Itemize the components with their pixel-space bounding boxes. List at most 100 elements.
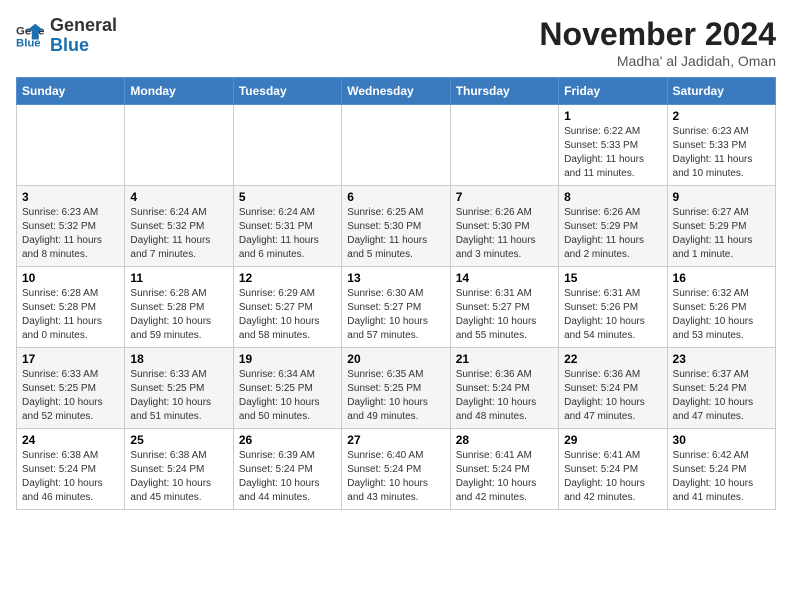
day-header-monday: Monday <box>125 78 233 105</box>
calendar-cell: 1 Sunrise: 6:22 AM Sunset: 5:33 PM Daylig… <box>559 105 667 186</box>
calendar-cell <box>17 105 125 186</box>
calendar-cell: 4 Sunrise: 6:24 AM Sunset: 5:32 PM Daylig… <box>125 186 233 267</box>
day-number: 19 <box>239 352 336 366</box>
day-info: Sunrise: 6:37 AM Sunset: 5:24 PM Dayligh… <box>673 368 770 424</box>
location-subtitle: Madha' al Jadidah, Oman <box>539 53 776 69</box>
calendar-cell: 2 Sunrise: 6:23 AM Sunset: 5:33 PM Daylig… <box>667 105 775 186</box>
day-info: Sunrise: 6:24 AM Sunset: 5:31 PM Dayligh… <box>239 206 336 262</box>
day-info: Sunrise: 6:26 AM Sunset: 5:29 PM Dayligh… <box>564 206 661 262</box>
day-info: Sunrise: 6:38 AM Sunset: 5:24 PM Dayligh… <box>130 449 227 505</box>
calendar-cell <box>233 105 341 186</box>
calendar-cell: 22 Sunrise: 6:36 AM Sunset: 5:24 PM Dayli… <box>559 348 667 429</box>
day-number: 26 <box>239 433 336 447</box>
logo-icon: General Blue <box>16 22 44 50</box>
calendar-cell: 15 Sunrise: 6:31 AM Sunset: 5:26 PM Dayli… <box>559 267 667 348</box>
svg-text:General: General <box>16 25 44 37</box>
day-number: 2 <box>673 109 770 123</box>
day-number: 14 <box>456 271 553 285</box>
day-info: Sunrise: 6:25 AM Sunset: 5:30 PM Dayligh… <box>347 206 444 262</box>
day-info: Sunrise: 6:30 AM Sunset: 5:27 PM Dayligh… <box>347 287 444 343</box>
day-number: 18 <box>130 352 227 366</box>
day-info: Sunrise: 6:36 AM Sunset: 5:24 PM Dayligh… <box>456 368 553 424</box>
day-info: Sunrise: 6:23 AM Sunset: 5:33 PM Dayligh… <box>673 125 770 181</box>
day-number: 17 <box>22 352 119 366</box>
calendar-cell <box>342 105 450 186</box>
day-number: 20 <box>347 352 444 366</box>
week-row-5: 24 Sunrise: 6:38 AM Sunset: 5:24 PM Dayli… <box>17 429 776 510</box>
day-header-tuesday: Tuesday <box>233 78 341 105</box>
calendar-cell: 14 Sunrise: 6:31 AM Sunset: 5:27 PM Dayli… <box>450 267 558 348</box>
week-row-4: 17 Sunrise: 6:33 AM Sunset: 5:25 PM Dayli… <box>17 348 776 429</box>
day-info: Sunrise: 6:33 AM Sunset: 5:25 PM Dayligh… <box>130 368 227 424</box>
month-title: November 2024 <box>539 16 776 53</box>
calendar-cell: 10 Sunrise: 6:28 AM Sunset: 5:28 PM Dayli… <box>17 267 125 348</box>
day-number: 4 <box>130 190 227 204</box>
day-number: 7 <box>456 190 553 204</box>
day-number: 29 <box>564 433 661 447</box>
day-number: 9 <box>673 190 770 204</box>
day-info: Sunrise: 6:40 AM Sunset: 5:24 PM Dayligh… <box>347 449 444 505</box>
calendar-cell: 5Sunrise: 6:24 AM Sunset: 5:31 PM Daylig… <box>233 186 341 267</box>
day-info: Sunrise: 6:24 AM Sunset: 5:32 PM Dayligh… <box>130 206 227 262</box>
calendar-cell: 27 Sunrise: 6:40 AM Sunset: 5:24 PM Dayli… <box>342 429 450 510</box>
calendar-cell: 29 Sunrise: 6:41 AM Sunset: 5:24 PM Dayli… <box>559 429 667 510</box>
day-number: 30 <box>673 433 770 447</box>
title-block: November 2024 Madha' al Jadidah, Oman <box>539 16 776 69</box>
day-number: 16 <box>673 271 770 285</box>
calendar-cell: 20 Sunrise: 6:35 AM Sunset: 5:25 PM Dayli… <box>342 348 450 429</box>
day-number: 21 <box>456 352 553 366</box>
day-number: 28 <box>456 433 553 447</box>
day-info: Sunrise: 6:23 AM Sunset: 5:32 PM Dayligh… <box>22 206 119 262</box>
calendar-cell <box>450 105 558 186</box>
calendar-cell: 24 Sunrise: 6:38 AM Sunset: 5:24 PM Dayli… <box>17 429 125 510</box>
day-info: Sunrise: 6:31 AM Sunset: 5:26 PM Dayligh… <box>564 287 661 343</box>
calendar-cell: 8 Sunrise: 6:26 AM Sunset: 5:29 PM Daylig… <box>559 186 667 267</box>
day-number: 13 <box>347 271 444 285</box>
day-info: Sunrise: 6:22 AM Sunset: 5:33 PM Dayligh… <box>564 125 661 181</box>
header-row: SundayMondayTuesdayWednesdayThursdayFrid… <box>17 78 776 105</box>
calendar-cell: 23Sunrise: 6:37 AM Sunset: 5:24 PM Dayli… <box>667 348 775 429</box>
calendar-cell: 13 Sunrise: 6:30 AM Sunset: 5:27 PM Dayli… <box>342 267 450 348</box>
day-number: 6 <box>347 190 444 204</box>
day-info: Sunrise: 6:41 AM Sunset: 5:24 PM Dayligh… <box>564 449 661 505</box>
calendar-cell: 12Sunrise: 6:29 AM Sunset: 5:27 PM Dayli… <box>233 267 341 348</box>
day-info: Sunrise: 6:28 AM Sunset: 5:28 PM Dayligh… <box>22 287 119 343</box>
calendar-cell: 21 Sunrise: 6:36 AM Sunset: 5:24 PM Dayli… <box>450 348 558 429</box>
calendar-cell: 19Sunrise: 6:34 AM Sunset: 5:25 PM Dayli… <box>233 348 341 429</box>
day-info: Sunrise: 6:26 AM Sunset: 5:30 PM Dayligh… <box>456 206 553 262</box>
calendar-cell: 16 Sunrise: 6:32 AM Sunset: 5:26 PM Dayli… <box>667 267 775 348</box>
week-row-2: 3 Sunrise: 6:23 AM Sunset: 5:32 PM Daylig… <box>17 186 776 267</box>
day-number: 15 <box>564 271 661 285</box>
day-info: Sunrise: 6:29 AM Sunset: 5:27 PM Dayligh… <box>239 287 336 343</box>
calendar-cell: 28 Sunrise: 6:41 AM Sunset: 5:24 PM Dayli… <box>450 429 558 510</box>
calendar-cell: 30Sunrise: 6:42 AM Sunset: 5:24 PM Dayli… <box>667 429 775 510</box>
day-info: Sunrise: 6:31 AM Sunset: 5:27 PM Dayligh… <box>456 287 553 343</box>
calendar-cell: 26Sunrise: 6:39 AM Sunset: 5:24 PM Dayli… <box>233 429 341 510</box>
day-number: 1 <box>564 109 661 123</box>
calendar-cell: 17Sunrise: 6:33 AM Sunset: 5:25 PM Dayli… <box>17 348 125 429</box>
calendar-cell: 9Sunrise: 6:27 AM Sunset: 5:29 PM Daylig… <box>667 186 775 267</box>
day-info: Sunrise: 6:36 AM Sunset: 5:24 PM Dayligh… <box>564 368 661 424</box>
day-header-thursday: Thursday <box>450 78 558 105</box>
calendar-cell: 3 Sunrise: 6:23 AM Sunset: 5:32 PM Daylig… <box>17 186 125 267</box>
logo-text: General Blue <box>50 16 117 56</box>
calendar-cell: 6 Sunrise: 6:25 AM Sunset: 5:30 PM Daylig… <box>342 186 450 267</box>
day-info: Sunrise: 6:28 AM Sunset: 5:28 PM Dayligh… <box>130 287 227 343</box>
calendar-cell: 18 Sunrise: 6:33 AM Sunset: 5:25 PM Dayli… <box>125 348 233 429</box>
day-number: 11 <box>130 271 227 285</box>
day-number: 24 <box>22 433 119 447</box>
day-number: 10 <box>22 271 119 285</box>
day-header-friday: Friday <box>559 78 667 105</box>
day-number: 27 <box>347 433 444 447</box>
day-header-saturday: Saturday <box>667 78 775 105</box>
day-info: Sunrise: 6:32 AM Sunset: 5:26 PM Dayligh… <box>673 287 770 343</box>
week-row-1: 1 Sunrise: 6:22 AM Sunset: 5:33 PM Daylig… <box>17 105 776 186</box>
calendar-cell: 11 Sunrise: 6:28 AM Sunset: 5:28 PM Dayli… <box>125 267 233 348</box>
day-number: 22 <box>564 352 661 366</box>
day-number: 3 <box>22 190 119 204</box>
day-header-wednesday: Wednesday <box>342 78 450 105</box>
day-info: Sunrise: 6:38 AM Sunset: 5:24 PM Dayligh… <box>22 449 119 505</box>
day-info: Sunrise: 6:35 AM Sunset: 5:25 PM Dayligh… <box>347 368 444 424</box>
day-number: 8 <box>564 190 661 204</box>
day-info: Sunrise: 6:41 AM Sunset: 5:24 PM Dayligh… <box>456 449 553 505</box>
